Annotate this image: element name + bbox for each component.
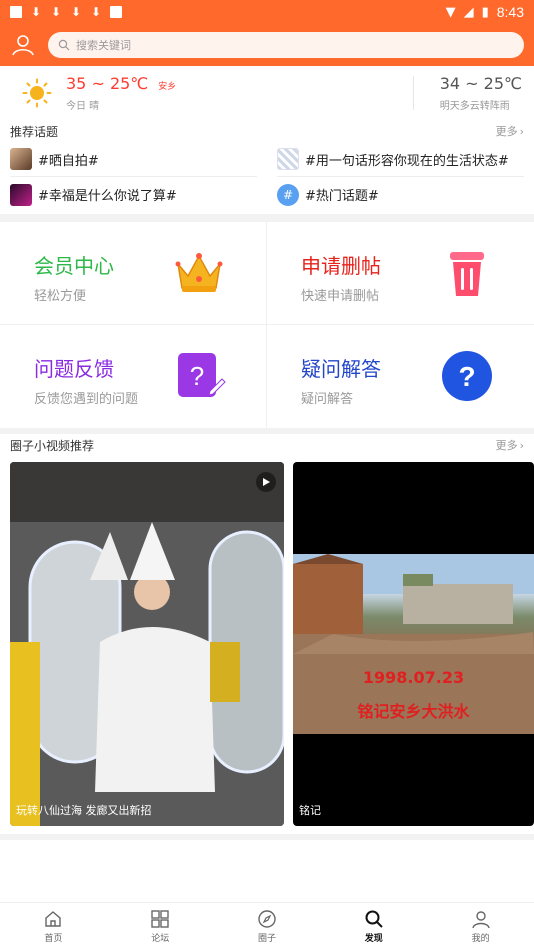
member-center-card[interactable]: 会员中心 轻松方便	[0, 222, 267, 325]
weather-divider	[412, 76, 414, 110]
crown-icon	[175, 253, 223, 292]
status-time: 8:43	[496, 4, 524, 20]
profile-icon[interactable]	[10, 32, 36, 58]
chevron-right-icon: ›	[519, 438, 524, 452]
compass-icon	[258, 910, 276, 928]
notification-square-icon	[10, 6, 22, 18]
feature-title: 申请删帖	[301, 254, 381, 278]
video-card[interactable]: 玩转八仙过海 发廊又出新招	[10, 462, 284, 826]
today-description: 今日 晴	[66, 101, 100, 112]
bottom-nav: 首页 论坛 圈子 发现 我的	[0, 902, 534, 950]
notification-icons: ⬇ ⬇ ⬇ ⬇	[10, 6, 122, 18]
delete-post-card[interactable]: 申请删帖 快速申请删帖	[267, 222, 534, 325]
more-label: 更多	[495, 125, 518, 138]
topic-item[interactable]: #用一句话形容你现在的生活状态#	[277, 142, 524, 177]
nav-circle[interactable]: 圈子	[214, 903, 321, 950]
search-icon	[365, 910, 383, 928]
topic-item[interactable]: #晒自拍#	[10, 142, 257, 177]
tomorrow-description: 明天多云转阵雨	[439, 101, 510, 112]
download-icon: ⬇	[70, 5, 82, 19]
feature-title: 疑问解答	[301, 357, 381, 381]
nav-home[interactable]: 首页	[0, 903, 107, 950]
today-weather: 35 ~ 25℃ 安乡 今日 晴	[66, 74, 176, 112]
feature-title: 问题反馈	[34, 357, 114, 381]
topic-thumbnail	[10, 183, 32, 206]
help-circle-icon: ?	[442, 351, 492, 401]
section-divider	[0, 214, 534, 222]
section-title: 圈子小视频推荐	[10, 438, 95, 453]
search-placeholder: 搜索关键词	[76, 39, 131, 52]
weather-city: 安乡	[158, 82, 177, 92]
sun-icon	[22, 78, 52, 108]
nav-label: 论坛	[151, 934, 170, 944]
video-caption: 玩转八仙过海 发廊又出新招	[16, 804, 152, 817]
tomorrow-weather: 34 ~ 25℃ 明天多云转阵雨	[440, 74, 522, 112]
nav-label: 首页	[44, 934, 63, 944]
topic-label: #用一句话形容你现在的生活状态#	[305, 153, 509, 169]
edit-question-icon: ?	[178, 353, 226, 397]
tomorrow-temperature: 34 ~ 25℃	[439, 74, 522, 93]
svg-text:?: ?	[190, 361, 204, 391]
photo-date: 1998.07.23	[362, 668, 465, 687]
feature-subtitle: 疑问解答	[301, 392, 354, 407]
video-caption: 铭记	[299, 804, 321, 817]
topic-thumbnail	[10, 148, 32, 170]
status-bar: ⬇ ⬇ ⬇ ⬇ ▼ ◢ ▮ 8:43	[0, 0, 534, 24]
video-list: 玩转八仙过海 发廊又出新招 1998.07.23 铭记安乡大洪水 铭记	[0, 462, 534, 826]
topic-item[interactable]: # #热门话题#	[277, 177, 524, 212]
feedback-card[interactable]: 问题反馈 反馈您遇到的问题 ?	[0, 325, 267, 428]
user-icon	[471, 911, 490, 929]
play-icon	[256, 472, 276, 492]
video-card[interactable]: 1998.07.23 铭记安乡大洪水 铭记	[293, 462, 534, 826]
nav-discover[interactable]: 发现	[320, 903, 427, 950]
nav-label: 发现	[364, 934, 383, 944]
home-icon	[45, 911, 62, 927]
search-icon	[58, 39, 70, 51]
nav-mine[interactable]: 我的	[427, 903, 534, 950]
section-divider	[0, 834, 534, 840]
more-link[interactable]: 更多 ›	[496, 123, 524, 139]
nav-label: 我的	[471, 934, 490, 944]
more-label: 更多	[495, 439, 518, 452]
svg-text:?: ?	[458, 361, 475, 392]
feature-subtitle: 快速申请删帖	[301, 289, 380, 304]
topic-label: #晒自拍#	[38, 153, 99, 169]
topic-thumbnail	[277, 148, 299, 170]
more-link[interactable]: 更多 ›	[496, 437, 524, 453]
video-section: 圈子小视频推荐 更多 ›	[0, 434, 534, 456]
wifi-icon: ▼	[445, 4, 456, 20]
feature-subtitle: 轻松方便	[34, 289, 87, 304]
nav-forum[interactable]: 论坛	[107, 903, 214, 950]
photo-caption: 铭记安乡大洪水	[357, 702, 470, 721]
flood-photo: 1998.07.23 铭记安乡大洪水	[293, 554, 534, 734]
recommended-topics: 推荐话题 更多 › #晒自拍# #用一句话形容你现在的生活状态# #幸福是什么你…	[0, 120, 534, 214]
feature-subtitle: 反馈您遇到的问题	[34, 392, 139, 407]
video-thumbnail	[10, 462, 284, 826]
feature-grid: 会员中心 轻松方便 申请删帖 快速申请删帖 问题反馈 反馈您遇到的问题 ? 疑问…	[0, 222, 534, 428]
today-temperature: 35 ~ 25℃	[66, 74, 149, 93]
qa-card[interactable]: 疑问解答 疑问解答 ?	[267, 325, 534, 428]
topic-label: #幸福是什么你说了算#	[38, 189, 177, 204]
grid-icon	[151, 910, 169, 928]
hash-icon: #	[277, 183, 299, 206]
section-title: 推荐话题	[10, 124, 59, 139]
app-notification-icon	[110, 6, 122, 18]
download-icon: ⬇	[90, 5, 102, 19]
trash-icon	[450, 252, 484, 296]
chevron-right-icon: ›	[519, 124, 524, 138]
topic-label: #热门话题#	[305, 189, 379, 204]
search-input[interactable]: 搜索关键词	[48, 32, 524, 58]
top-header: 搜索关键词	[0, 24, 534, 66]
battery-icon: ▮	[481, 4, 489, 20]
download-icon: ⬇	[30, 5, 42, 19]
signal-icon: ◢	[463, 4, 474, 20]
topic-item[interactable]: #幸福是什么你说了算#	[10, 177, 257, 212]
feature-title: 会员中心	[34, 254, 114, 278]
nav-label: 圈子	[257, 934, 276, 944]
weather-widget[interactable]: 35 ~ 25℃ 安乡 今日 晴 34 ~ 25℃ 明天多云转阵雨	[0, 66, 534, 120]
download-icon: ⬇	[50, 5, 62, 19]
